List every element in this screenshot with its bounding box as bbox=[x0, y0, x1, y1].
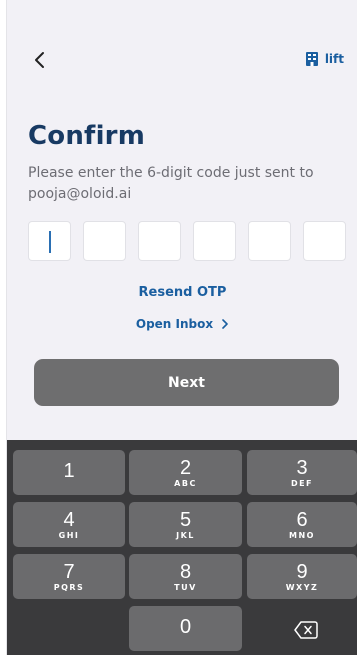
back-button[interactable] bbox=[29, 49, 51, 71]
otp-digit-1[interactable] bbox=[28, 221, 71, 261]
key-4-letters: GHI bbox=[58, 531, 80, 540]
key-4-number: 4 bbox=[63, 509, 75, 531]
otp-digit-2[interactable] bbox=[83, 221, 126, 261]
key-2-letters: ABC bbox=[174, 479, 197, 488]
next-button[interactable]: Next bbox=[34, 359, 339, 406]
open-inbox-link[interactable]: Open Inbox bbox=[7, 317, 357, 331]
brand-logo: lift bbox=[305, 52, 344, 66]
key-1-number: 1 bbox=[63, 460, 75, 482]
otp-digit-3[interactable] bbox=[138, 221, 181, 261]
instruction-text: Please enter the 6-digit code just sent … bbox=[28, 165, 314, 202]
resend-otp-link[interactable]: Resend OTP bbox=[7, 285, 357, 300]
key-2-number: 2 bbox=[179, 457, 192, 479]
chevron-left-icon bbox=[35, 52, 44, 68]
otp-digit-5[interactable] bbox=[248, 221, 291, 261]
key-8[interactable]: 8 TUV bbox=[129, 554, 242, 599]
brand-label: lift bbox=[324, 52, 344, 66]
otp-input-group bbox=[28, 221, 346, 261]
key-9[interactable]: 9 WXYZ bbox=[247, 554, 357, 599]
key-9-number: 9 bbox=[296, 561, 308, 583]
open-inbox-label: Open Inbox bbox=[135, 317, 214, 331]
key-5-letters: JKL bbox=[176, 531, 195, 540]
page-title: Confirm bbox=[28, 121, 145, 151]
key-1[interactable]: 1 bbox=[13, 450, 125, 495]
key-3-letters: DEF bbox=[290, 479, 314, 488]
key-2[interactable]: 2 ABC bbox=[129, 450, 242, 495]
otp-digit-6[interactable] bbox=[303, 221, 346, 261]
key-6-number: 6 bbox=[296, 509, 308, 531]
key-8-letters: TUV bbox=[174, 583, 197, 592]
key-3-number: 3 bbox=[296, 457, 308, 479]
key-3[interactable]: 3 DEF bbox=[247, 450, 357, 495]
key-5-number: 5 bbox=[179, 509, 192, 531]
otp-screen: lift Confirm Please enter the 6-digit co… bbox=[6, 0, 357, 655]
key-9-letters: WXYZ bbox=[285, 583, 319, 592]
key-0-number: 0 bbox=[179, 616, 192, 638]
numeric-keypad: 1 2 ABC 3 DEF 4 GHI 5 JKL 6 MNO 7 PQRS 8… bbox=[7, 440, 357, 655]
key-0[interactable]: 0 bbox=[129, 606, 242, 651]
backspace-icon bbox=[294, 621, 318, 639]
chevron-right-icon bbox=[222, 319, 228, 329]
key-7-number: 7 bbox=[63, 561, 75, 583]
key-7-letters: PQRS bbox=[53, 583, 85, 592]
key-4[interactable]: 4 GHI bbox=[13, 502, 125, 547]
key-8-number: 8 bbox=[179, 561, 192, 583]
key-5[interactable]: 5 JKL bbox=[129, 502, 242, 547]
key-6[interactable]: 6 MNO bbox=[247, 502, 357, 547]
otp-digit-4[interactable] bbox=[193, 221, 236, 261]
key-6-letters: MNO bbox=[289, 531, 315, 540]
key-7[interactable]: 7 PQRS bbox=[13, 554, 125, 599]
delete-key[interactable] bbox=[247, 606, 357, 651]
building-icon bbox=[305, 52, 318, 66]
